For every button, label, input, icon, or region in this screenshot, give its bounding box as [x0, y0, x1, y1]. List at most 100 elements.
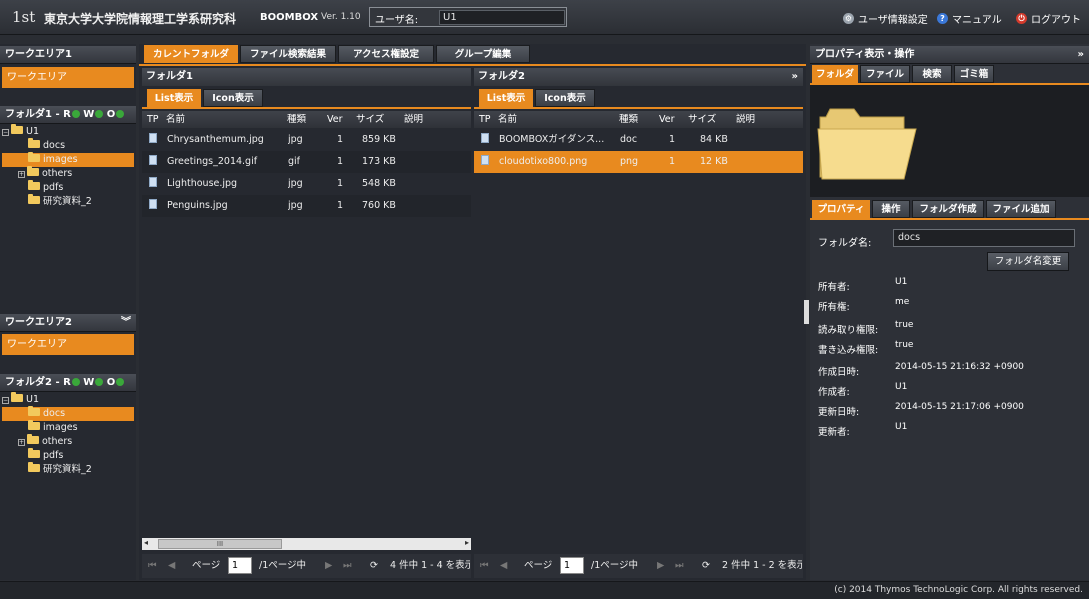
tab-folder[interactable]: フォルダ: [812, 65, 858, 83]
tab-current-folder[interactable]: カレントフォルダ: [144, 45, 238, 63]
copyright: (c) 2014 Thymos TechnoLogic Corp. All ri…: [834, 585, 1083, 595]
tree-node-docs[interactable]: docs: [2, 406, 134, 421]
scroll-right-icon[interactable]: ▸: [465, 538, 469, 547]
prev-page-icon[interactable]: ◀: [168, 554, 175, 578]
tree-node-research[interactable]: 研究資料_2: [2, 194, 134, 209]
table-row[interactable]: Lighthouse.jpg jpg 1 548 KB: [142, 173, 471, 195]
expand-icon[interactable]: +: [18, 439, 25, 446]
tab-file-search[interactable]: ファイル検索結果: [240, 45, 336, 63]
tree-node-root[interactable]: − U1: [2, 392, 134, 407]
tab-operations[interactable]: 操作: [872, 200, 910, 218]
table-row[interactable]: BOOMBOXガイダンス... doc 1 84 KB: [474, 129, 803, 151]
next-page-icon[interactable]: ▶: [657, 554, 664, 578]
logout-link[interactable]: ⏻ ログアウト: [1016, 11, 1081, 26]
folder-icon: [28, 180, 40, 190]
properties-panel: プロパティ表示・操作 » フォルダ ファイル 検索 ゴミ箱 プロパティ 操作 フォ…: [810, 44, 1089, 580]
folder-icon: [28, 194, 40, 204]
first-page-icon[interactable]: ⏮: [148, 554, 157, 578]
collapse-panel-icon[interactable]: »: [1078, 46, 1084, 64]
tree-node-others[interactable]: + others: [2, 434, 134, 449]
col-size[interactable]: サイズ: [688, 111, 716, 128]
folder1-header: フォルダ1 - R W O: [0, 106, 136, 124]
refresh-icon[interactable]: ⟳: [702, 554, 710, 578]
tree-label: images: [43, 154, 78, 165]
col-desc[interactable]: 説明: [736, 111, 755, 128]
tree-node-images[interactable]: images: [2, 420, 134, 435]
tab-create-folder[interactable]: フォルダ作成: [912, 200, 984, 218]
read-check-icon: [71, 378, 80, 386]
splitter-handle[interactable]: [804, 300, 809, 324]
user-settings-link[interactable]: ⚙ ユーザ情報設定: [843, 11, 928, 26]
user-name-field[interactable]: U1: [439, 10, 565, 25]
table-row[interactable]: Greetings_2014.gif gif 1 173 KB: [142, 151, 471, 173]
owner-check-icon: [116, 110, 125, 118]
table-row[interactable]: Chrysanthemum.jpg jpg 1 859 KB: [142, 129, 471, 151]
expand-panel-icon[interactable]: »: [792, 68, 798, 86]
owner-value: U1: [895, 277, 908, 287]
expand-icon[interactable]: +: [18, 171, 25, 178]
pane2-icon-view-tab[interactable]: Icon表示: [535, 89, 595, 107]
workarea2-dropzone[interactable]: ワークエリア: [2, 334, 134, 355]
collapse-icon[interactable]: −: [2, 397, 9, 404]
updated-at-value: 2014-05-15 21:17:06 +0900: [895, 402, 1024, 412]
tree-node-images[interactable]: images: [2, 152, 134, 167]
rename-folder-button[interactable]: フォルダ名変更: [987, 252, 1069, 271]
scroll-thumb[interactable]: III: [158, 539, 282, 549]
prev-page-icon[interactable]: ◀: [500, 554, 507, 578]
col-tp[interactable]: TP: [147, 111, 159, 128]
next-page-icon[interactable]: ▶: [325, 554, 332, 578]
file-size: 84 KB: [700, 134, 728, 145]
col-name[interactable]: 名前: [166, 111, 185, 128]
file-size: 548 KB: [362, 178, 396, 189]
folder1-tree: − U1 docs images + others pdfs 研究資料_2: [2, 124, 134, 209]
tab-search[interactable]: 検索: [912, 65, 952, 83]
tree-node-root[interactable]: − U1: [2, 124, 134, 139]
properties-header: プロパティ表示・操作 »: [810, 46, 1089, 64]
owner-check-icon: [116, 378, 125, 386]
tree-label: pdfs: [43, 450, 64, 461]
col-type[interactable]: 種類: [287, 111, 306, 128]
tree-node-pdfs[interactable]: pdfs: [2, 448, 134, 463]
tab-access-settings[interactable]: アクセス権設定: [338, 45, 434, 63]
manual-link[interactable]: ? マニュアル: [937, 11, 1002, 26]
tab-properties[interactable]: プロパティ: [812, 200, 870, 218]
file-ver: 1: [337, 134, 344, 145]
col-ver[interactable]: Ver: [327, 111, 343, 128]
table-row-selected[interactable]: cloudotixo800.png png 1 12 KB: [474, 151, 803, 173]
horizontal-scrollbar[interactable]: ◂ III ▸: [142, 538, 471, 550]
tree-node-pdfs[interactable]: pdfs: [2, 180, 134, 195]
scroll-left-icon[interactable]: ◂: [144, 538, 148, 547]
col-desc[interactable]: 説明: [404, 111, 423, 128]
pane1-icon-view-tab[interactable]: Icon表示: [203, 89, 263, 107]
tab-group-edit[interactable]: グループ編集: [436, 45, 530, 63]
col-size[interactable]: サイズ: [356, 111, 384, 128]
tree-node-others[interactable]: + others: [2, 166, 134, 181]
folder-name-input[interactable]: docs: [893, 229, 1075, 247]
folder-icon: [11, 124, 23, 134]
pane2-list-view-tab[interactable]: List表示: [479, 89, 533, 107]
pane1-list-view-tab[interactable]: List表示: [147, 89, 201, 107]
refresh-icon[interactable]: ⟳: [370, 554, 378, 578]
collapse-icon[interactable]: −: [2, 129, 9, 136]
file-icon: [149, 151, 157, 173]
page-input[interactable]: 1: [560, 557, 584, 574]
pane1-pager: ⏮ ◀ ページ 1 /1ページ中 ▶ ⏭ ⟳ 4 件中 1 - 4 を表示: [142, 554, 471, 578]
tree-node-docs[interactable]: docs: [2, 138, 134, 153]
col-ver[interactable]: Ver: [659, 111, 675, 128]
collapse-icon[interactable]: ︾: [121, 314, 131, 332]
tab-file[interactable]: ファイル: [860, 65, 910, 83]
updated-by-label: 更新者:: [818, 427, 850, 438]
tab-add-file[interactable]: ファイル追加: [986, 200, 1056, 218]
table-row[interactable]: Penguins.jpg jpg 1 760 KB: [142, 195, 471, 217]
col-tp[interactable]: TP: [479, 111, 491, 128]
last-page-icon[interactable]: ⏭: [675, 554, 684, 578]
tree-node-research[interactable]: 研究資料_2: [2, 462, 134, 477]
col-type[interactable]: 種類: [619, 111, 638, 128]
first-page-icon[interactable]: ⏮: [480, 554, 489, 578]
page-input[interactable]: 1: [228, 557, 252, 574]
last-page-icon[interactable]: ⏭: [343, 554, 352, 578]
col-name[interactable]: 名前: [498, 111, 517, 128]
tab-trash[interactable]: ゴミ箱: [954, 65, 994, 83]
workarea1-dropzone[interactable]: ワークエリア: [2, 67, 134, 88]
tab-underline: [139, 64, 806, 66]
